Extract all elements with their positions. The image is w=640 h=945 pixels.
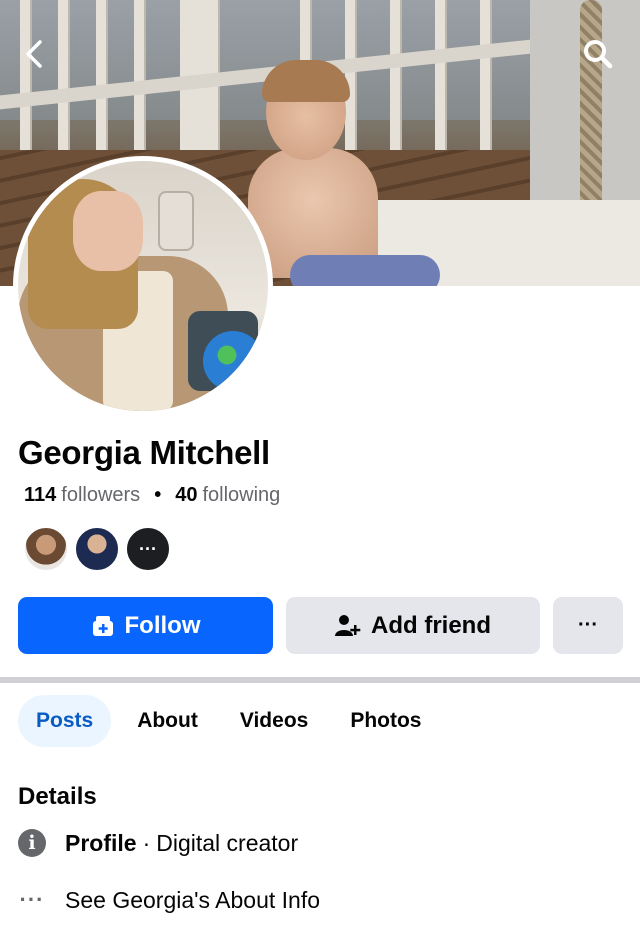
mutual-more-button[interactable]: ··· <box>125 526 171 572</box>
cover-rope <box>580 0 602 215</box>
tab-about[interactable]: About <box>119 695 216 747</box>
cover-baluster <box>58 0 70 150</box>
details-heading: Details <box>18 783 97 810</box>
section-divider <box>0 677 640 683</box>
info-icon: i <box>18 829 46 857</box>
tab-photos[interactable]: Photos <box>332 695 439 747</box>
follow-counts[interactable]: 114 followers • 40 following <box>24 484 280 507</box>
detail-separator: · <box>142 829 151 856</box>
followers-label: followers <box>61 484 141 506</box>
cover-baluster <box>435 0 447 150</box>
cover-baluster <box>134 0 146 150</box>
cover-blanket <box>290 255 440 286</box>
more-options-button[interactable]: ··· <box>553 597 623 654</box>
see-about-info-link[interactable]: ··· See Georgia's About Info <box>18 886 321 914</box>
add-friend-button[interactable]: Add friend <box>286 597 540 654</box>
detail-profile-key: Profile <box>65 829 137 856</box>
profile-avatar[interactable] <box>13 156 273 416</box>
cover-child <box>248 60 398 278</box>
tab-posts[interactable]: Posts <box>18 695 112 747</box>
follow-label: Follow <box>124 611 201 639</box>
more-dots-icon: ··· <box>19 887 45 912</box>
mutual-avatar[interactable] <box>23 526 69 572</box>
see-about-info-label: See Georgia's About Info <box>65 886 321 913</box>
cover-baluster <box>480 0 492 150</box>
add-friend-label: Add friend <box>371 611 491 639</box>
search-icon[interactable] <box>580 36 616 72</box>
mutual-more-label: ··· <box>139 538 157 559</box>
avatar-face <box>73 191 143 271</box>
mutual-friends[interactable]: ··· <box>23 526 176 572</box>
globe-icon <box>203 331 263 391</box>
profile-name: Georgia Mitchell <box>18 434 270 471</box>
avatar-phone <box>158 191 194 251</box>
chevron-left-icon[interactable] <box>16 36 52 72</box>
cover-baluster <box>20 0 32 150</box>
add-friend-icon <box>335 614 361 638</box>
followers-count: 114 <box>24 484 57 506</box>
follow-button[interactable]: Follow <box>18 597 273 654</box>
detail-profile-row: i Profile · Digital creator <box>18 829 298 857</box>
child-hair <box>262 60 350 102</box>
tab-videos[interactable]: Videos <box>222 695 326 747</box>
avatar-photo <box>18 161 268 411</box>
mutual-avatar[interactable] <box>74 526 120 572</box>
counts-separator: • <box>154 484 162 506</box>
more-dots-icon: ··· <box>578 614 598 636</box>
follow-icon <box>91 615 115 637</box>
detail-profile-value: Digital creator <box>156 829 299 856</box>
cover-baluster <box>96 0 108 150</box>
profile-tabs: Posts About Videos Photos <box>18 695 446 747</box>
following-count: 40 <box>175 484 198 506</box>
following-label: following <box>202 484 281 506</box>
